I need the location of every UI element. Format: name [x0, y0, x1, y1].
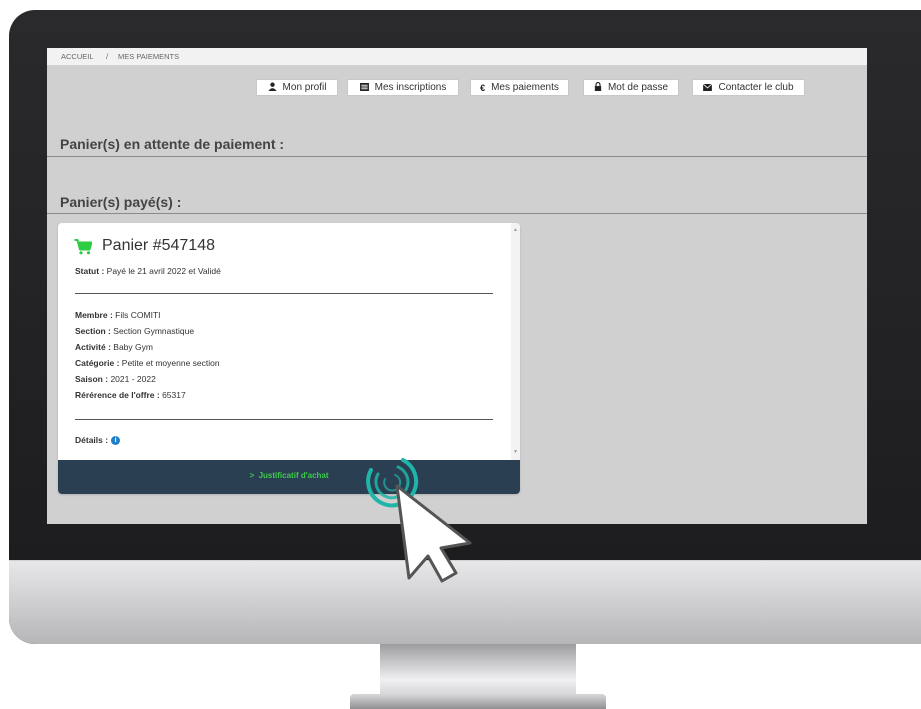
card-divider	[75, 293, 493, 294]
nav-label: Contacter le club	[718, 82, 794, 93]
nav-button-contacter-le-club[interactable]: Contacter le club	[692, 79, 805, 96]
lock-icon	[594, 81, 602, 93]
nav-label: Mes paiements	[491, 82, 559, 93]
pending-carts-title: Panier(s) en attente de paiement :	[60, 136, 285, 152]
chevron-right-icon: >	[249, 471, 255, 480]
field-saison: Saison : 2021 - 2022	[75, 374, 156, 384]
shopping-cart-icon	[74, 239, 93, 260]
breadcrumb-current: MES PAIEMENTS	[118, 52, 180, 61]
user-icon	[267, 82, 277, 93]
scroll-down-arrow[interactable]: ▼	[513, 449, 518, 455]
field-membre: Membre : Fils COMITI	[75, 310, 161, 320]
paid-carts-title: Panier(s) payé(s) :	[60, 194, 182, 210]
card-divider	[75, 419, 493, 420]
nav-button-mes-paiements[interactable]: € Mes paiements	[470, 79, 569, 96]
nav-label: Mot de passe	[607, 82, 669, 93]
arrow-pointer-icon	[395, 484, 472, 583]
cart-status: Statut : Payé le 21 avril 2022 et Validé	[75, 266, 221, 276]
envelope-icon	[703, 83, 713, 93]
info-icon[interactable]: i	[111, 436, 121, 446]
nav-button-mes-inscriptions[interactable]: Mes inscriptions	[347, 79, 459, 96]
card-scrollbar[interactable]: ▲ ▼	[511, 223, 520, 460]
scroll-up-arrow[interactable]: ▲	[513, 227, 518, 233]
field-section: Section : Section Gymnastique	[75, 326, 195, 336]
breadcrumb-home[interactable]: ACCUEIL	[61, 52, 94, 61]
monitor-stand-base	[350, 694, 606, 709]
nav-label: Mes inscriptions	[374, 82, 447, 93]
breadcrumb-separator: /	[106, 52, 109, 61]
cart-title: Panier #547148	[102, 237, 215, 254]
status-value: Payé le 21 avril 2022 et Validé	[106, 266, 221, 276]
nav-label: Mon profil	[282, 82, 327, 93]
field-categorie: Catégorie : Petite et moyenne section	[75, 358, 220, 368]
details-row: Détails :i	[75, 435, 121, 446]
status-label: Statut :	[75, 266, 105, 276]
divider	[47, 213, 867, 214]
field-activite: Activité : Baby Gym	[75, 342, 153, 352]
divider	[47, 156, 867, 157]
breadcrumb: ACCUEIL / MES PAIEMENTS	[47, 48, 867, 65]
nav-button-mot-de-passe[interactable]: Mot de passe	[583, 79, 679, 96]
nav-button-mon-profil[interactable]: Mon profil	[256, 79, 338, 96]
mouse-cursor	[340, 450, 480, 590]
list-icon	[359, 82, 369, 93]
field-reference-offre: Rérérence de l'offre : 65317	[75, 390, 186, 400]
euro-icon: €	[480, 82, 486, 93]
